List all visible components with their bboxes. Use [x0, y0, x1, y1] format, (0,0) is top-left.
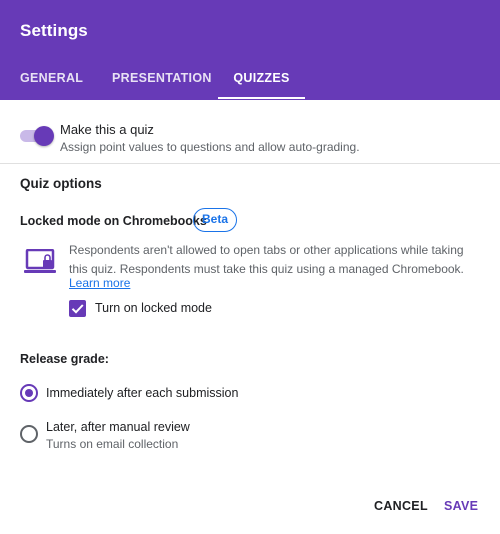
- release-grade-heading: Release grade:: [20, 352, 109, 366]
- learn-more-link[interactable]: Learn more: [69, 276, 130, 290]
- settings-dialog: Settings GENERAL PRESENTATION QUIZZES Ma…: [0, 0, 500, 534]
- cancel-button[interactable]: CANCEL: [374, 499, 428, 513]
- locked-mode-heading: Locked mode on Chromebooks: [20, 214, 207, 228]
- save-button[interactable]: SAVE: [444, 499, 478, 513]
- dialog-header: Settings GENERAL PRESENTATION QUIZZES: [0, 0, 500, 100]
- tab-general[interactable]: GENERAL: [20, 62, 83, 100]
- locked-mode-checkbox[interactable]: [69, 300, 86, 317]
- beta-badge: Beta: [193, 208, 237, 232]
- toggle-thumb: [34, 126, 54, 146]
- locked-mode-description: Respondents aren't allowed to open tabs …: [69, 243, 464, 276]
- radio-later[interactable]: [20, 425, 38, 443]
- tab-presentation[interactable]: PRESENTATION: [112, 62, 212, 100]
- radio-later-label: Later, after manual review: [46, 420, 190, 434]
- tab-bar: GENERAL PRESENTATION QUIZZES: [0, 62, 500, 100]
- quiz-options-heading: Quiz options: [20, 176, 102, 191]
- make-quiz-toggle[interactable]: [20, 126, 54, 146]
- make-quiz-label: Make this a quiz: [60, 122, 154, 137]
- make-quiz-description: Assign point values to questions and all…: [60, 140, 360, 154]
- check-icon: [71, 304, 84, 314]
- laptop-lock-icon: [24, 249, 56, 273]
- dialog-title: Settings: [20, 21, 88, 40]
- radio-immediately[interactable]: [20, 384, 38, 402]
- locked-mode-checkbox-label: Turn on locked mode: [95, 301, 212, 315]
- tab-quizzes[interactable]: QUIZZES: [218, 62, 305, 100]
- radio-later-sublabel: Turns on email collection: [46, 437, 179, 451]
- radio-immediately-label: Immediately after each submission: [46, 386, 239, 400]
